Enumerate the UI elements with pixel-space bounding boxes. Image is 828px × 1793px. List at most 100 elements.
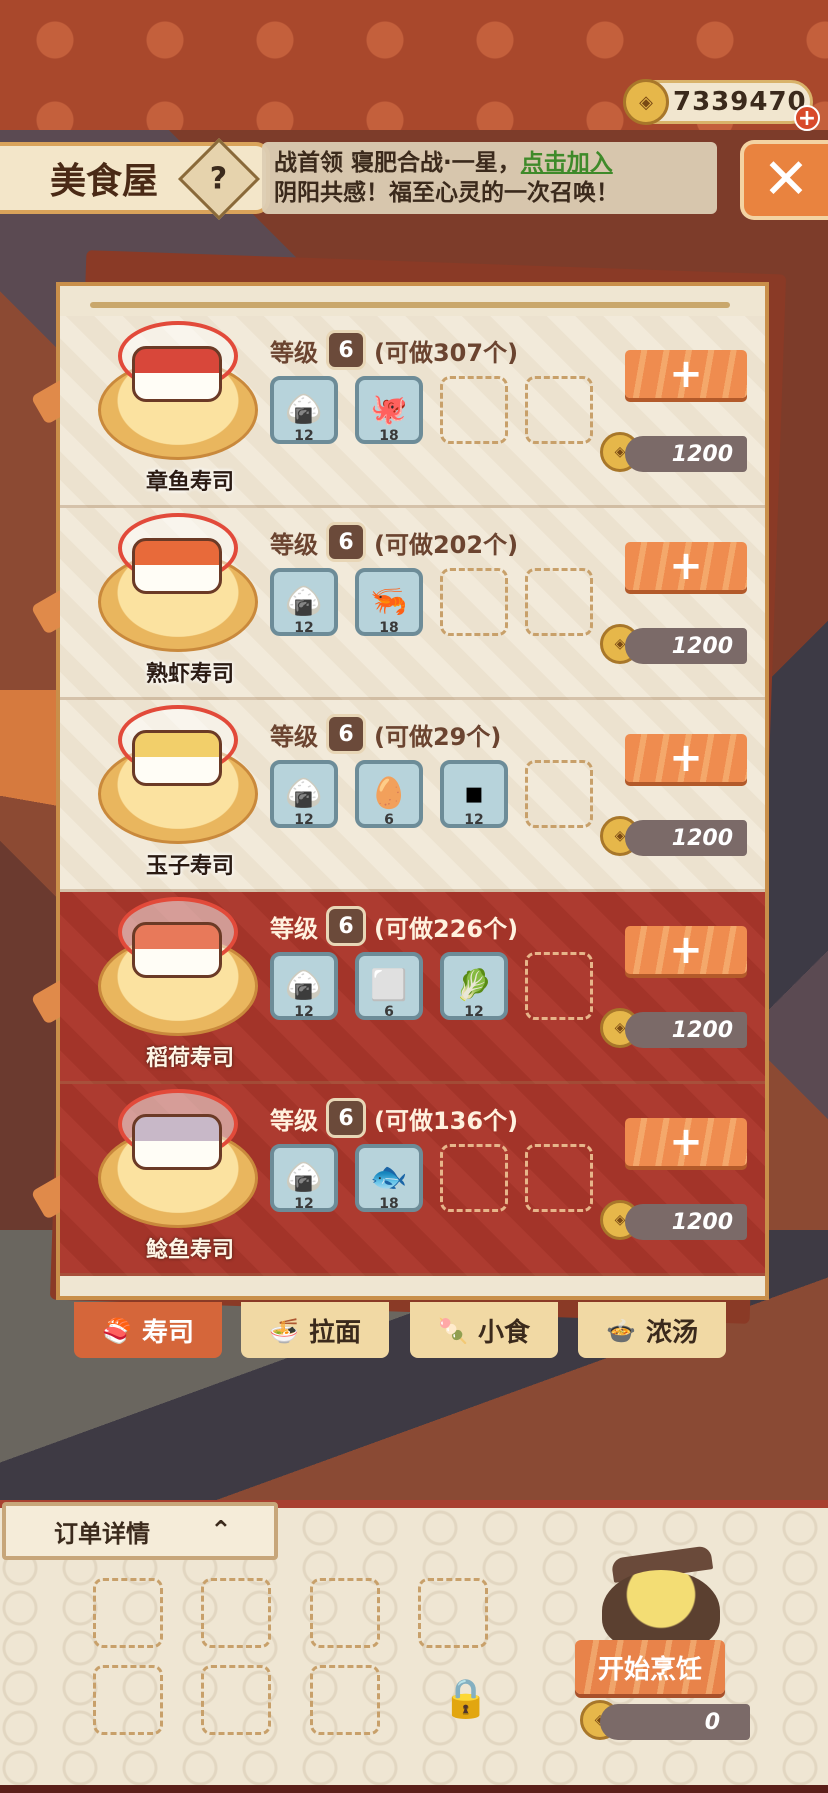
octopus-icon: 🐙 <box>370 392 408 427</box>
sushi-icon[interactable] <box>132 730 222 786</box>
ingredient-slot[interactable]: ▪ 12 <box>440 760 508 828</box>
dish-price: 1200 <box>625 1012 747 1048</box>
tab-snack[interactable]: 🍡 小食 <box>410 1302 558 1358</box>
order-slot[interactable] <box>310 1665 380 1735</box>
add-dish-button[interactable]: + <box>625 734 747 782</box>
plus-icon: + <box>669 543 703 589</box>
dish-row: 稻荷寿司 等级 6 (可做226个) 🍙 12 ⬜ 6 🥬 12 + ◈ 120… <box>60 892 765 1084</box>
empty-ingredient-slot <box>440 568 508 636</box>
level-label: 等级 <box>270 1106 318 1135</box>
level-label: 等级 <box>270 722 318 751</box>
ingredient-count: 12 <box>294 428 314 444</box>
level-label: 等级 <box>270 914 318 943</box>
ingredient-slot[interactable]: 🥬 12 <box>440 952 508 1020</box>
order-slot[interactable] <box>93 1578 163 1648</box>
order-slot[interactable] <box>93 1665 163 1735</box>
question-icon: ? <box>210 161 228 197</box>
ingredient-slot[interactable]: 🍙 12 <box>270 760 338 828</box>
dish-row: 熟虾寿司 等级 6 (可做202个) 🍙 12 🦐 18 + ◈ 1200 <box>60 508 765 700</box>
ingredient-slot[interactable]: 🍙 12 <box>270 568 338 636</box>
can-make-count: (可做226个) <box>374 914 519 943</box>
add-dish-button[interactable]: + <box>625 1118 747 1166</box>
sushi-icon[interactable] <box>132 922 222 978</box>
level-info: 等级 6 (可做202个) <box>270 522 518 562</box>
ingredient-slot[interactable]: 🦐 18 <box>355 568 423 636</box>
tab-label: 拉面 <box>308 1317 361 1348</box>
news-join-link[interactable]: 点击加入 <box>521 150 613 176</box>
start-cooking-button[interactable]: 开始烹饪 <box>575 1640 725 1694</box>
rice-ball-icon: 🍙 <box>285 968 323 1003</box>
dish-price: 1200 <box>625 628 747 664</box>
ingredient-slot[interactable]: 🍙 12 <box>270 376 338 444</box>
ingredient-slot[interactable]: ⬜ 6 <box>355 952 423 1020</box>
ingredient-count: 12 <box>464 812 484 828</box>
sushi-icon[interactable] <box>132 1114 222 1170</box>
level-info: 等级 6 (可做29个) <box>270 714 501 754</box>
level-badge: 6 <box>326 522 366 562</box>
empty-ingredient-slot <box>525 1144 593 1212</box>
coin-icon: ◈ <box>623 79 669 125</box>
ingredient-count: 12 <box>294 1196 314 1212</box>
bottom-edge <box>0 1785 828 1793</box>
level-label: 等级 <box>270 338 318 367</box>
tab-label: 寿司 <box>141 1317 194 1348</box>
empty-ingredient-slot <box>525 376 593 444</box>
plus-icon: + <box>669 1119 703 1165</box>
ingredient-count: 12 <box>294 1004 314 1020</box>
dish-price: 1200 <box>625 1204 747 1240</box>
ingredient-slot[interactable]: 🍙 12 <box>270 952 338 1020</box>
ingredient-slot[interactable]: 🍙 12 <box>270 1144 338 1212</box>
tab-soup[interactable]: 🍲 浓汤 <box>578 1302 726 1358</box>
catfish-icon: 🐟 <box>370 1160 408 1195</box>
tab-ramen[interactable]: 🍜 拉面 <box>241 1302 389 1358</box>
level-badge: 6 <box>326 714 366 754</box>
rice-ball-icon: 🍙 <box>285 1160 323 1195</box>
book-top-divider <box>90 302 730 308</box>
chevron-up-icon: ⌃ <box>210 1516 232 1546</box>
sushi-icon[interactable] <box>132 346 222 402</box>
tab-label: 浓汤 <box>645 1317 698 1348</box>
dish-price: 1200 <box>625 436 747 472</box>
dish-name: 鲶鱼寿司 <box>145 1237 234 1263</box>
order-details-toggle[interactable]: 订单详情 ⌃ <box>2 1502 278 1560</box>
ingredient-count: 12 <box>294 620 314 636</box>
ingredient-slot[interactable]: 🐙 18 <box>355 376 423 444</box>
ingredient-count: 12 <box>464 1004 484 1020</box>
level-badge: 6 <box>326 1098 366 1138</box>
add-dish-button[interactable]: + <box>625 350 747 398</box>
dish-row: 鲶鱼寿司 等级 6 (可做136个) 🍙 12 🐟 18 + ◈ 1200 <box>60 1084 765 1276</box>
ingredient-count: 18 <box>379 1196 399 1212</box>
radish-icon: 🥬 <box>455 968 493 1003</box>
plus-icon: + <box>669 735 703 781</box>
add-coins-button[interactable]: + <box>794 105 820 131</box>
ingredient-count: 18 <box>379 428 399 444</box>
rice-ball-icon: 🍙 <box>285 584 323 619</box>
order-slot[interactable] <box>201 1665 271 1735</box>
ingredient-slot[interactable]: 🥚 6 <box>355 760 423 828</box>
order-details-label: 订单详情 <box>54 1519 150 1548</box>
ingredient-slot[interactable]: 🐟 18 <box>355 1144 423 1212</box>
cooking-cost: 0 <box>600 1704 750 1740</box>
close-icon: ✕ <box>762 147 810 212</box>
seaweed-icon: ▪ <box>463 776 485 811</box>
sushi-icon: 🍣 <box>102 1315 132 1345</box>
level-info: 等级 6 (可做307个) <box>270 330 518 370</box>
news-text-1: 战首领 寝肥合战·一星， <box>274 150 521 176</box>
order-slot[interactable] <box>201 1578 271 1648</box>
add-dish-button[interactable]: + <box>625 542 747 590</box>
tab-sushi[interactable]: 🍣 寿司 <box>74 1302 222 1358</box>
empty-ingredient-slot <box>525 760 593 828</box>
dish-name: 章鱼寿司 <box>145 469 234 495</box>
ingredient-count: 6 <box>384 812 394 828</box>
plus-icon: + <box>669 927 703 973</box>
close-button[interactable]: ✕ <box>740 140 828 220</box>
coin-counter: ◈ 7339470 + <box>623 79 820 131</box>
sushi-icon[interactable] <box>132 538 222 594</box>
dish-name: 玉子寿司 <box>145 853 234 879</box>
can-make-count: (可做307个) <box>374 338 519 367</box>
dish-price: 1200 <box>625 820 747 856</box>
add-dish-button[interactable]: + <box>625 926 747 974</box>
order-slot[interactable] <box>418 1578 488 1648</box>
order-slot[interactable] <box>310 1578 380 1648</box>
ingredient-count: 18 <box>379 620 399 636</box>
